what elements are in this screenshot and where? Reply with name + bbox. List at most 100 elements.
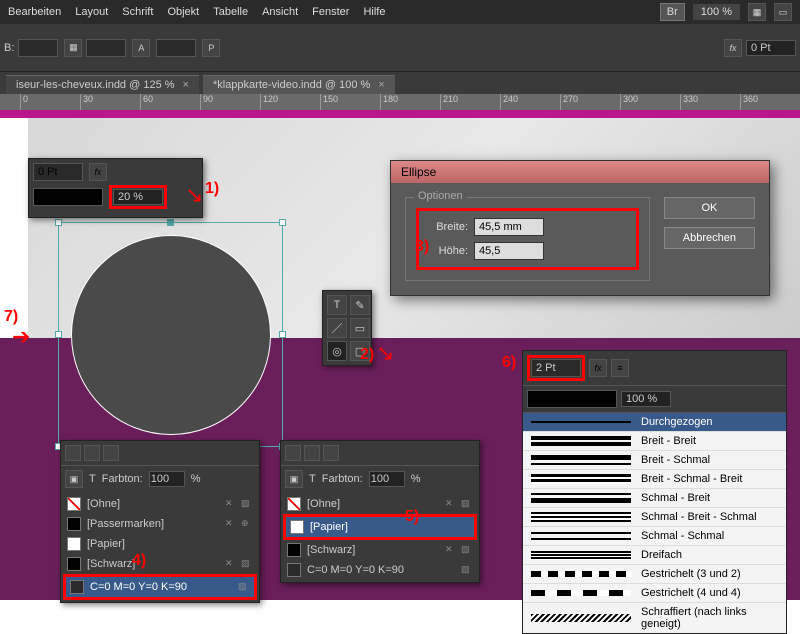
tick: 30	[80, 94, 93, 110]
icon-a[interactable]: ▦	[64, 39, 82, 57]
handle-mr[interactable]	[279, 331, 286, 338]
effects-mini-panel: 0 Pt fx 20 %	[28, 158, 203, 218]
dialog-group-label: Optionen	[414, 190, 467, 202]
swatch-k90[interactable]: C=0 M=0 Y=0 K=90▨	[63, 574, 257, 600]
ellipse-selection[interactable]	[58, 222, 283, 447]
handle-tr[interactable]	[279, 219, 286, 226]
swatch-paper[interactable]: [Papier]	[63, 534, 257, 554]
drop-b[interactable]	[156, 39, 196, 57]
stroke-item[interactable]: Schraffiert (nach links geneigt)	[523, 603, 786, 633]
swatch-k90[interactable]: C=0 M=0 Y=0 K=90▨	[283, 560, 477, 580]
dialog-title: Ellipse	[391, 161, 769, 183]
ok-button[interactable]: OK	[664, 197, 755, 219]
menu-tabelle[interactable]: Tabelle	[213, 6, 248, 18]
menu-schrift[interactable]: Schrift	[122, 6, 153, 18]
stroke-item[interactable]: Schmal - Schmal	[523, 527, 786, 546]
ellipse-shape[interactable]	[71, 235, 271, 435]
icon-b[interactable]: A	[132, 39, 150, 57]
width-label: B:	[4, 42, 14, 54]
type-tool-icon[interactable]: T	[327, 295, 347, 315]
tick: 240	[500, 94, 518, 110]
stroke-solid[interactable]: Durchgezogen	[523, 413, 786, 432]
tick: 270	[560, 94, 578, 110]
tick: 0	[20, 94, 28, 110]
annot-4: 4)	[132, 552, 146, 570]
swatches-panel-1: ▣TFarbton:% [Ohne]✕▨ [Passermarken]✕⊕ [P…	[60, 440, 260, 603]
tab-2-close-icon[interactable]: ×	[378, 79, 384, 91]
menu-ansicht[interactable]: Ansicht	[262, 6, 298, 18]
line-tool-icon[interactable]: ／	[327, 318, 347, 338]
swatch-black[interactable]: [Schwarz]✕▨	[63, 554, 257, 574]
height-input[interactable]	[474, 242, 544, 260]
annot-2: 2)	[360, 346, 374, 364]
swatch-none[interactable]: [Ohne]✕▨	[63, 494, 257, 514]
panel-icon[interactable]	[103, 445, 119, 461]
drop-a[interactable]	[86, 39, 126, 57]
swatch-none[interactable]: [Ohne]✕▨	[283, 494, 477, 514]
annot-1: 1)	[205, 180, 219, 198]
stroke-type-list[interactable]: Durchgezogen Breit - Breit Breit - Schma…	[523, 413, 786, 633]
stroke-item[interactable]: Schmal - Breit - Schmal	[523, 508, 786, 527]
bridge-icon[interactable]: Br	[660, 3, 685, 21]
stroke-item[interactable]: Breit - Schmal	[523, 451, 786, 470]
stroke-item[interactable]: Breit - Schmal - Breit	[523, 470, 786, 489]
tick: 330	[680, 94, 698, 110]
tint-input[interactable]	[149, 471, 185, 487]
handle-tl[interactable]	[55, 219, 62, 226]
stroke-type-drop[interactable]	[527, 390, 617, 408]
swatch-black[interactable]: [Schwarz]✕▨	[283, 540, 477, 560]
stroke-opacity[interactable]: 100 %	[621, 391, 671, 407]
menu-bearbeiten[interactable]: Bearbeiten	[8, 6, 61, 18]
swatch-paper[interactable]: [Papier]	[283, 514, 477, 540]
frame-tool-icon[interactable]: ▭	[350, 318, 370, 338]
panel-icon[interactable]	[323, 445, 339, 461]
tab-1[interactable]: iseur-les-cheveux.indd @ 125 %×	[6, 75, 199, 94]
p-icon[interactable]: P	[202, 39, 220, 57]
annot-5: 5)	[405, 508, 419, 526]
width-drop[interactable]	[18, 39, 58, 57]
canvas[interactable]: 0 Pt fx 20 % T ✎ ／ ▭ ◎ ▢ Ellipse Optione…	[0, 110, 800, 600]
fx-icon[interactable]: fx	[724, 39, 742, 57]
stroke-style-drop[interactable]	[33, 188, 103, 206]
tab-2[interactable]: *klappkarte-video.indd @ 100 %×	[203, 75, 395, 94]
fx-icon-3[interactable]: fx	[589, 359, 607, 377]
tick: 90	[200, 94, 213, 110]
fx-icon-2[interactable]: fx	[89, 163, 107, 181]
menu-hilfe[interactable]: Hilfe	[363, 6, 385, 18]
view-icon[interactable]: ▦	[748, 3, 766, 21]
stroke-weight-drop[interactable]: 2 Pt	[531, 359, 581, 377]
annot-3: 3)	[415, 238, 429, 256]
screen-icon[interactable]: ▭	[774, 3, 792, 21]
opacity-input[interactable]: 20 %	[113, 189, 163, 205]
width-input[interactable]	[474, 218, 544, 236]
handle-ml[interactable]	[55, 331, 62, 338]
tick: 150	[320, 94, 338, 110]
panel-icon[interactable]	[285, 445, 301, 461]
menu-layout[interactable]: Layout	[75, 6, 108, 18]
align-icon[interactable]: ≡	[611, 359, 629, 377]
annot-6: 6)	[502, 354, 516, 372]
stroke-item[interactable]: Breit - Breit	[523, 432, 786, 451]
menu-objekt[interactable]: Objekt	[167, 6, 199, 18]
stroke-item[interactable]: Gestrichelt (3 und 2)	[523, 565, 786, 584]
tint-input[interactable]	[369, 471, 405, 487]
swatch-registration[interactable]: [Passermarken]✕⊕	[63, 514, 257, 534]
tick: 180	[380, 94, 398, 110]
fill-icon[interactable]: ▣	[285, 470, 303, 488]
menu-fenster[interactable]: Fenster	[312, 6, 349, 18]
panel-icon[interactable]	[304, 445, 320, 461]
pen-tool-icon[interactable]: ✎	[350, 295, 370, 315]
stroke-pt-drop[interactable]: 0 Pt	[33, 163, 83, 181]
zoom-dropdown[interactable]: 100 %	[693, 4, 740, 20]
cancel-button[interactable]: Abbrechen	[664, 227, 755, 249]
stroke-weight-input[interactable]: 0 Pt	[746, 40, 796, 56]
ellipse-tool-icon[interactable]: ◎	[327, 341, 347, 361]
panel-icon[interactable]	[84, 445, 100, 461]
stroke-item[interactable]: Gestrichelt (4 und 4)	[523, 584, 786, 603]
fill-icon[interactable]: ▣	[65, 470, 83, 488]
stroke-item[interactable]: Schmal - Breit	[523, 489, 786, 508]
panel-icon[interactable]	[65, 445, 81, 461]
stroke-item[interactable]: Dreifach	[523, 546, 786, 565]
handle-tm[interactable]	[167, 219, 174, 226]
tab-1-close-icon[interactable]: ×	[183, 79, 189, 91]
